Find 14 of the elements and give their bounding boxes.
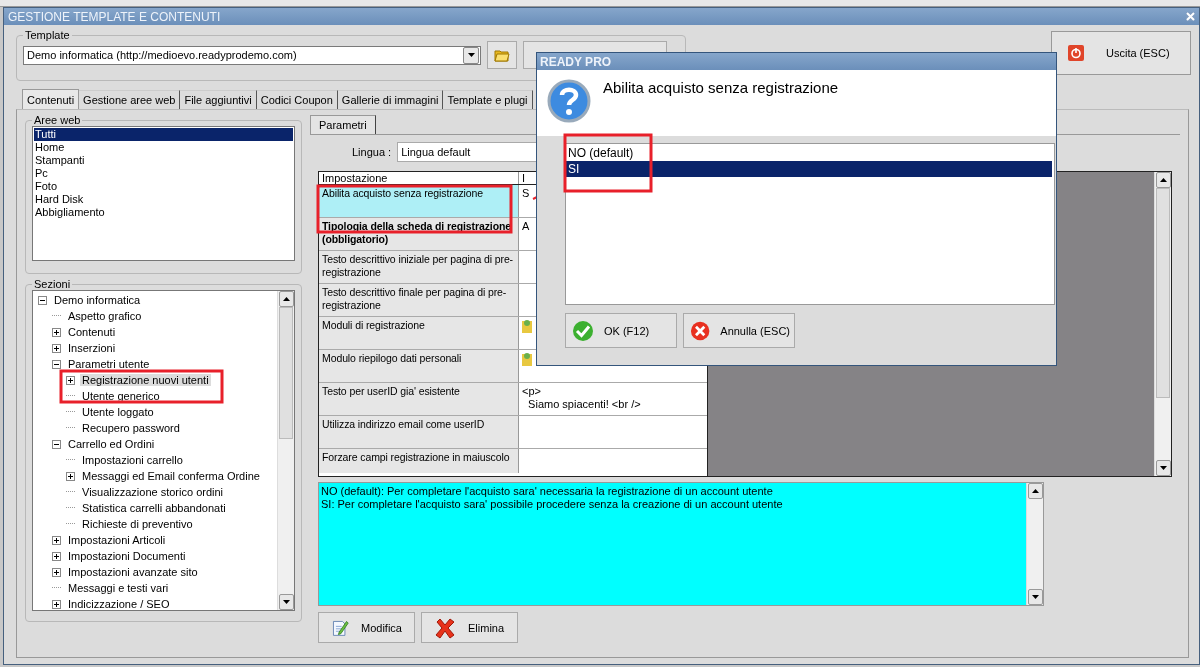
table-cell: S <box>522 187 530 199</box>
table-cell: <p> Siamo spiacenti! <br /> <box>522 385 641 410</box>
field-label: Lingua : <box>352 146 392 158</box>
description-text: NO (default): Per completare l'acquisto sara' necessaria la registrazione di un account utente <box>321 485 774 498</box>
description-text: SI: Per completare l'acquisto sara' possibile procedere senza la creazione di un account utente <box>321 498 784 511</box>
group-label: Aree web <box>33 114 82 126</box>
group-label: Template <box>24 29 71 41</box>
group-label: Sezioni <box>33 278 72 290</box>
column-header: Impostazione <box>319 172 519 184</box>
dialog-question: Abilita acquisto senza registrazione <box>603 79 839 96</box>
column-header: I <box>521 172 527 184</box>
window-title: GESTIONE TEMPLATE E CONTENUTI <box>8 9 221 24</box>
dialog-title: READY PRO <box>540 54 612 69</box>
table-cell: A <box>522 220 530 232</box>
